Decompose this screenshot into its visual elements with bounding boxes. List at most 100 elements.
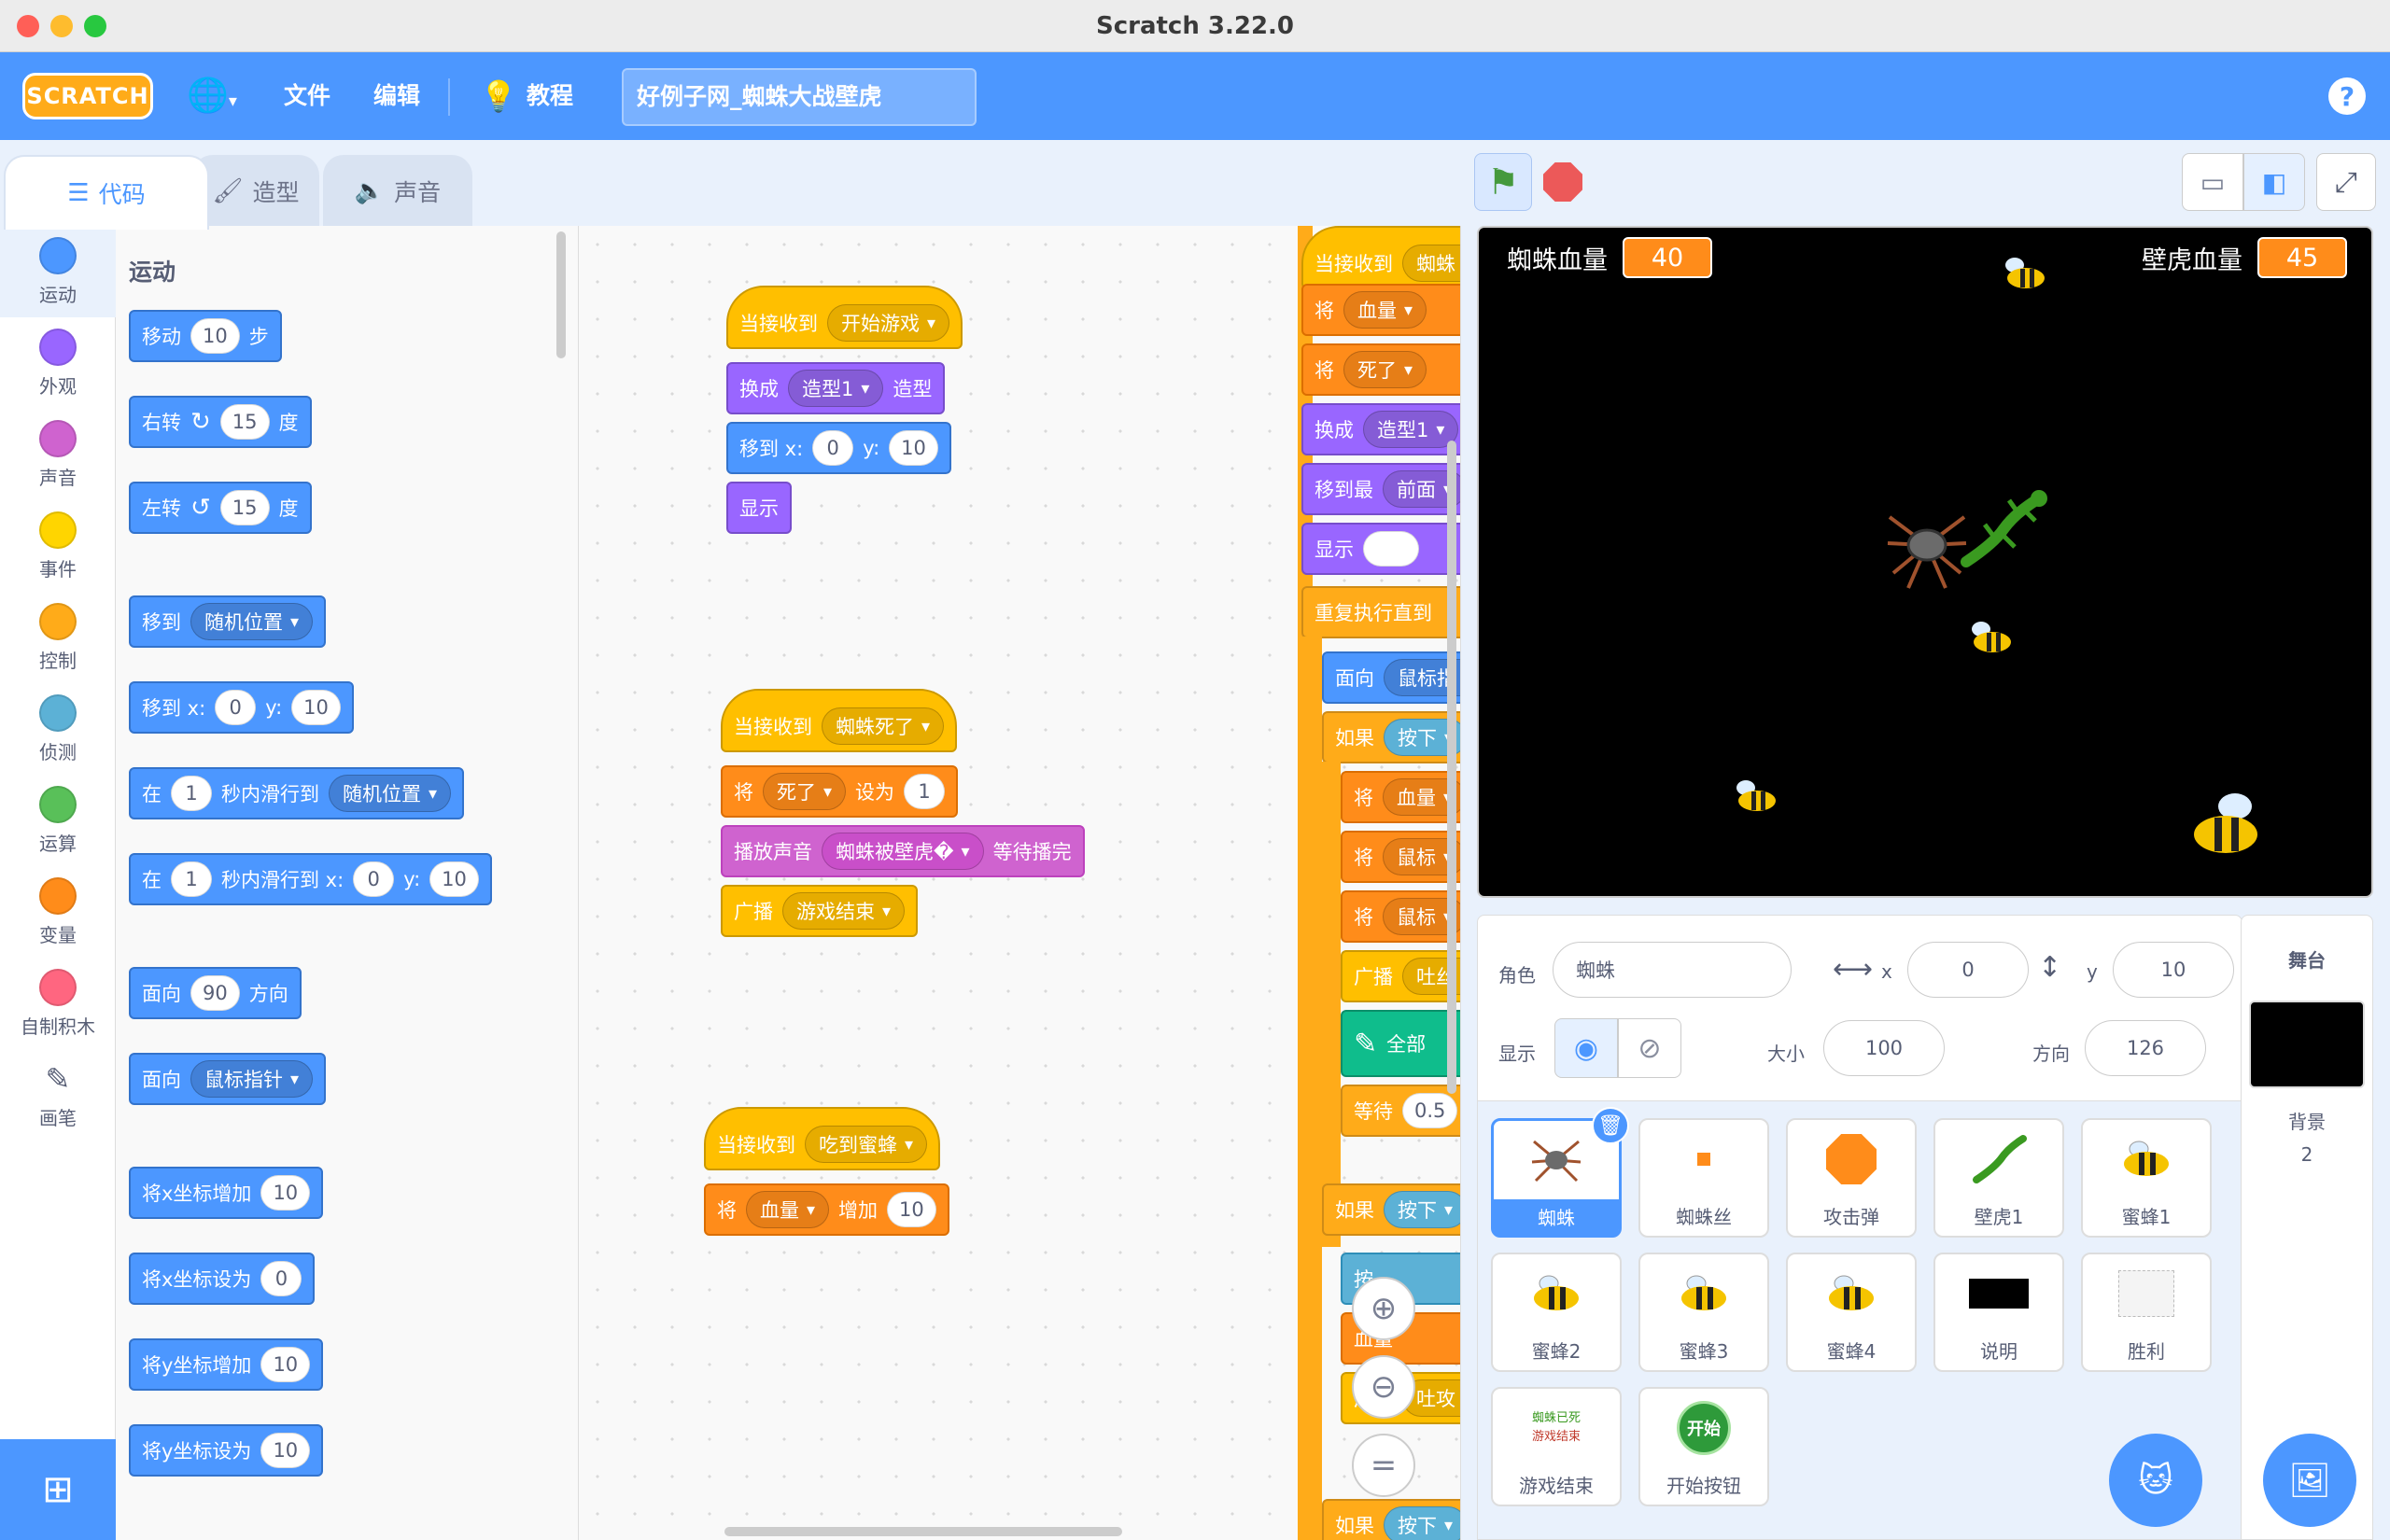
when-receive-hat[interactable]: 当接收到 蜘蛛死了 xyxy=(721,689,958,752)
zoom-reset-button[interactable]: = xyxy=(1352,1434,1415,1497)
wait-block[interactable]: 等待 0.5 xyxy=(1341,1085,1460,1137)
scratch-logo[interactable]: SCRATCH xyxy=(22,73,153,119)
set-variable-block[interactable]: 将血量 xyxy=(1301,284,1460,336)
green-flag-button[interactable]: ⚑ xyxy=(1474,153,1532,211)
y-input[interactable]: 10 xyxy=(889,430,938,466)
edit-menu[interactable]: 编辑 xyxy=(373,52,420,140)
play-sound-until-done-block[interactable]: 播放声音蜘蛛被壁虎� 等待播完 xyxy=(721,825,1085,877)
message-dropdown[interactable]: 吃到蜜蜂 xyxy=(805,1126,928,1163)
go-to-front-block[interactable]: 移到最 前面 xyxy=(1301,463,1460,515)
set-variable-block[interactable]: 将鼠标 xyxy=(1341,890,1460,943)
category-sensing[interactable]: 侦测 xyxy=(0,683,116,775)
hide-sprite-button[interactable]: ⊘ xyxy=(1618,1018,1681,1078)
value-input[interactable]: 1 xyxy=(904,774,946,809)
seconds-input[interactable]: 1 xyxy=(171,861,212,897)
workspace-vertical-scrollbar[interactable] xyxy=(1447,441,1456,1094)
variable-dropdown[interactable]: 血量 xyxy=(746,1191,830,1228)
when-receive-hat[interactable]: 当接收到 吃到蜜蜂 xyxy=(704,1107,941,1170)
category-sound[interactable]: 声音 xyxy=(0,409,116,500)
sound-dropdown[interactable]: 蜘蛛被壁虎� xyxy=(822,833,984,870)
size-input[interactable]: 100 xyxy=(1823,1020,1945,1076)
message-dropdown[interactable]: 开始游戏 xyxy=(827,304,950,342)
glide-dropdown[interactable]: 随机位置 xyxy=(329,775,452,812)
change-variable-block[interactable]: 将血量增加 10 xyxy=(704,1183,949,1236)
direction-input[interactable]: 90 xyxy=(190,975,240,1011)
bee-sprite[interactable] xyxy=(1964,620,2015,657)
y-input[interactable]: 10 xyxy=(429,861,479,897)
sprite-name-input[interactable]: 蜘蛛 xyxy=(1553,942,1792,998)
message-dropdown[interactable]: 蜘蛛死了 xyxy=(822,707,945,745)
broadcast-block[interactable]: 广播 吐丝 xyxy=(1341,950,1460,1002)
pen-clear-block[interactable]: ✎ 全部 xyxy=(1341,1010,1460,1077)
sprite-tile-bee4[interactable]: 蜜蜂4 xyxy=(1786,1253,1917,1372)
variable-dropdown[interactable]: 血量 xyxy=(1343,291,1427,329)
seconds-input[interactable]: 0.5 xyxy=(1402,1093,1458,1128)
set-variable-block[interactable]: 将死了设为 1 xyxy=(721,765,959,818)
y-input[interactable]: 10 xyxy=(260,1433,311,1468)
delete-sprite-button[interactable]: 🗑 xyxy=(1592,1107,1629,1144)
show-block[interactable]: 显示 xyxy=(1301,523,1460,575)
degrees-input[interactable]: 15 xyxy=(219,490,270,525)
file-menu[interactable]: 文件 xyxy=(284,52,330,140)
code-workspace[interactable]: 当接收到开始游戏 换成造型1造型 移到 x:0y:10 显示 当接收到蜘蛛死了 … xyxy=(579,226,1461,1540)
stage-canvas[interactable]: 蜘蛛血量 40 壁虎血量 45 xyxy=(1477,226,2373,898)
category-my-blocks[interactable]: 自制积木 xyxy=(0,958,116,1049)
costume-dropdown[interactable]: 造型1 xyxy=(1363,411,1459,448)
point-towards-block[interactable]: 面向 鼠标指 xyxy=(1322,651,1460,704)
goto-dropdown[interactable]: 随机位置 xyxy=(190,603,314,640)
degrees-input[interactable]: 15 xyxy=(219,404,270,440)
tab-code[interactable]: ☰ 代码 xyxy=(4,155,209,230)
sprite-tile-gecko[interactable]: 壁虎1 xyxy=(1933,1118,2064,1238)
category-looks[interactable]: 外观 xyxy=(0,317,116,409)
globe-icon[interactable]: 🌐▾ xyxy=(187,52,237,140)
palette-scrollbar[interactable] xyxy=(556,231,566,358)
point-direction-block[interactable]: 面向 90 方向 xyxy=(129,967,302,1019)
bee-sprite[interactable] xyxy=(1998,256,2048,293)
direction-input[interactable]: 126 xyxy=(2085,1020,2206,1076)
change-x-block[interactable]: 将x坐标增加 10 xyxy=(129,1167,324,1219)
x-input[interactable]: 0 xyxy=(353,861,395,897)
seconds-input[interactable]: 1 xyxy=(171,776,212,811)
color-input[interactable] xyxy=(1363,531,1419,567)
sprite-tile-game-over[interactable]: 蜘蛛已死 游戏结束 游戏结束 xyxy=(1491,1387,1622,1506)
set-variable-block[interactable]: 将死了 xyxy=(1301,343,1460,396)
broadcast-dropdown[interactable]: 游戏结束 xyxy=(782,892,906,930)
tab-costumes[interactable]: 🖌 造型 xyxy=(192,155,319,226)
dy-input[interactable]: 10 xyxy=(260,1347,311,1382)
broadcast-block[interactable]: 广播 游戏结束 xyxy=(721,885,919,937)
value-input[interactable]: 10 xyxy=(887,1192,936,1227)
message-dropdown[interactable]: 蜘蛛 xyxy=(1402,245,1460,282)
normal-stage-button[interactable]: ◧ xyxy=(2243,153,2305,211)
project-title-input[interactable]: 好例子网_蜘蛛大战壁虎 xyxy=(622,68,977,126)
x-input[interactable]: 0 xyxy=(260,1261,302,1296)
switch-costume-block[interactable]: 换成造型1 造型 xyxy=(726,362,946,414)
choose-sprite-button[interactable]: 🐱 xyxy=(2109,1434,2202,1527)
x-input[interactable]: 0 xyxy=(812,430,854,466)
set-y-block[interactable]: 将y坐标设为 10 xyxy=(129,1424,324,1477)
fullscreen-button[interactable]: ⤢ xyxy=(2316,153,2376,211)
glide-xy-block[interactable]: 在 1 秒内滑行到 x: 0 y: 10 xyxy=(129,853,492,905)
bee-sprite[interactable] xyxy=(2188,788,2272,862)
x-input[interactable]: 0 xyxy=(215,690,257,725)
gecko-sprite[interactable] xyxy=(1957,487,2050,571)
x-position-input[interactable]: 0 xyxy=(1907,942,2029,998)
tutorials-menu[interactable]: 教程 xyxy=(527,52,573,140)
variable-dropdown[interactable]: 死了 xyxy=(1343,351,1427,388)
category-motion[interactable]: 运动 xyxy=(0,226,116,317)
set-variable-block[interactable]: 将血量 xyxy=(1341,771,1460,823)
y-input[interactable]: 10 xyxy=(291,690,341,725)
steps-input[interactable]: 10 xyxy=(190,318,240,354)
sprite-tile-bee2[interactable]: 蜜蜂2 xyxy=(1491,1253,1622,1372)
dx-input[interactable]: 10 xyxy=(260,1175,311,1211)
set-variable-block[interactable]: 将鼠标 xyxy=(1341,831,1460,883)
glide-block[interactable]: 在 1 秒内滑行到 随机位置 xyxy=(129,767,465,819)
sprite-tile-silk[interactable]: 蜘蛛丝 xyxy=(1638,1118,1769,1238)
category-pen[interactable]: ✎ 画笔 xyxy=(0,1049,116,1141)
bee-sprite[interactable] xyxy=(1729,778,1779,816)
when-receive-hat[interactable]: 当接收到 蜘蛛 xyxy=(1301,226,1460,289)
towards-dropdown[interactable]: 鼠标指针 xyxy=(190,1060,314,1098)
lightbulb-icon[interactable]: 💡 xyxy=(480,52,517,140)
workspace-horizontal-scrollbar[interactable] xyxy=(724,1527,1122,1536)
if-block[interactable]: 如果 按下 xyxy=(1322,1183,1460,1236)
goto-xy-block[interactable]: 移到 x: 0 y: 10 xyxy=(129,681,354,734)
